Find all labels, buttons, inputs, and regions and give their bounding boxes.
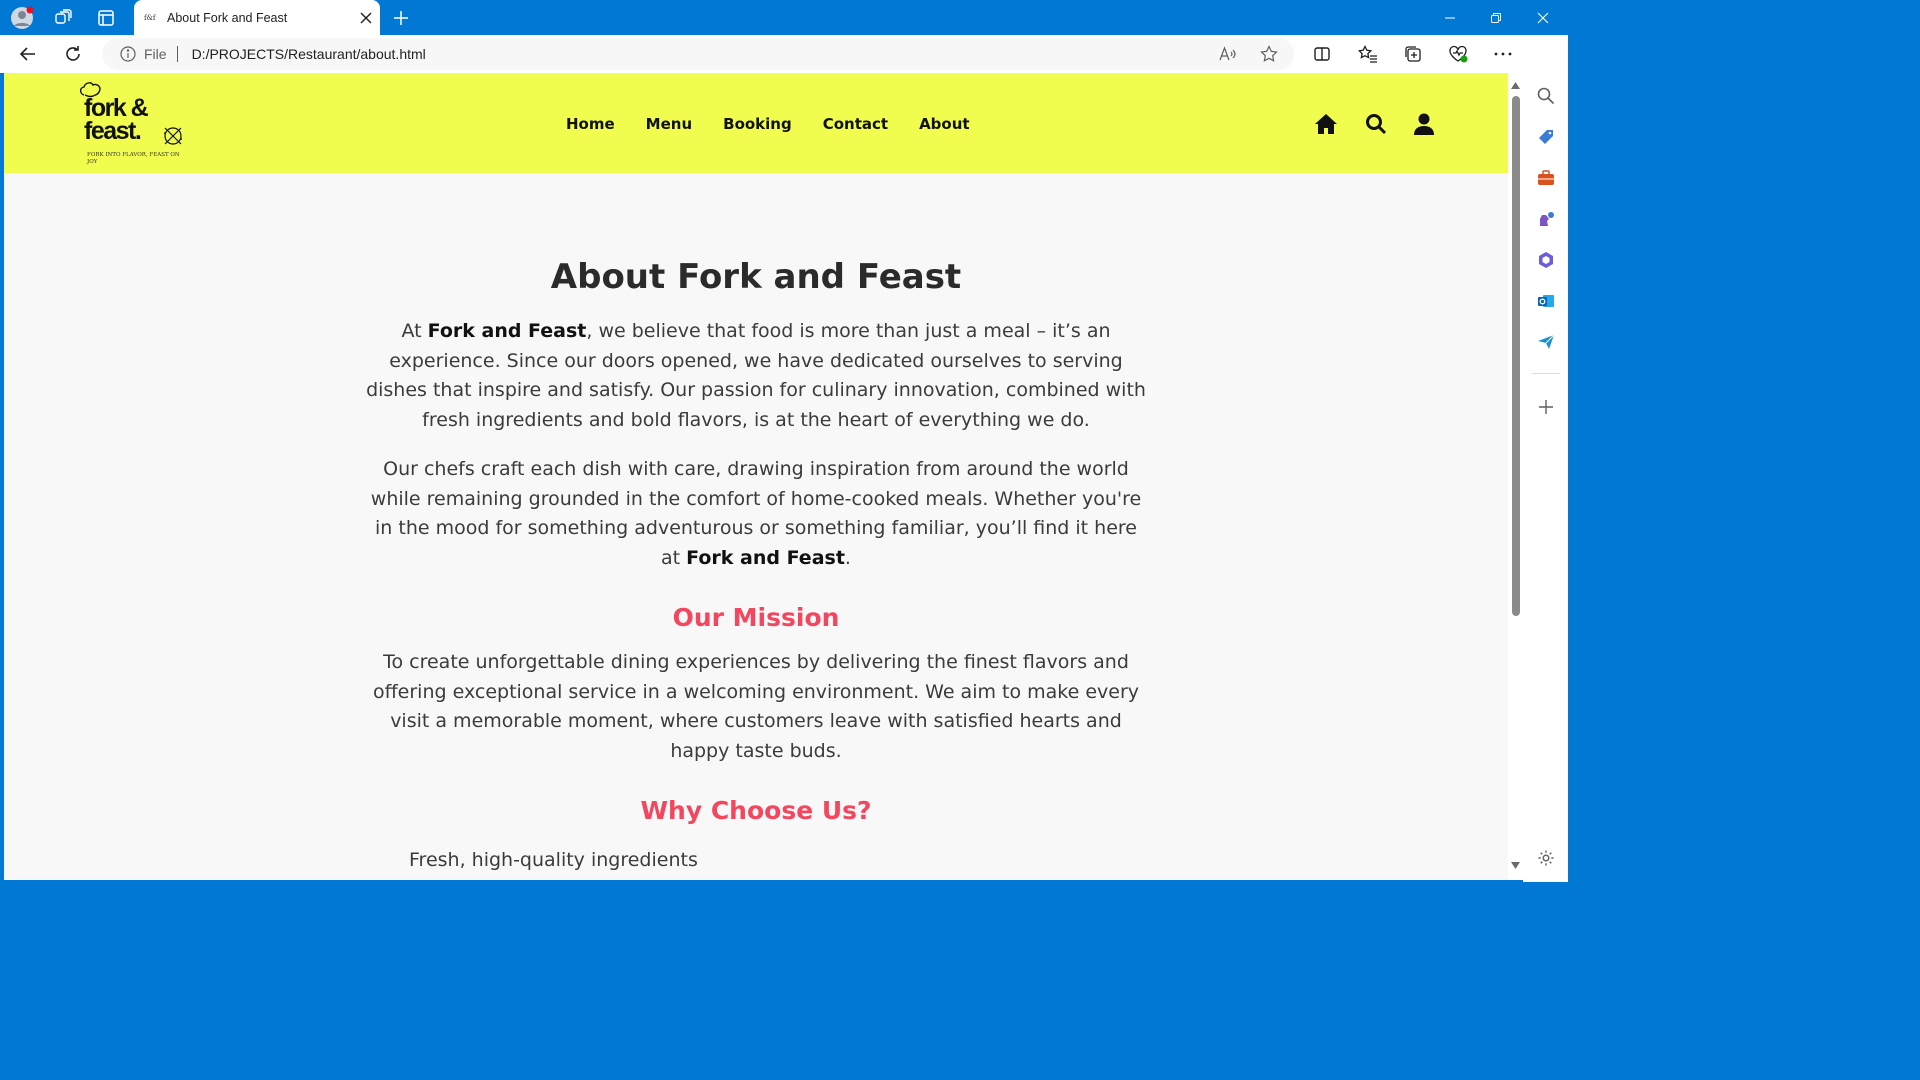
restore-icon[interactable] [1473,0,1519,35]
sidebar-tools-icon[interactable] [1533,165,1559,191]
favorites-list-icon[interactable] [1354,40,1382,68]
site-logo[interactable]: fork & feast. FORK INTO FLAVOR, FEAST ON… [78,79,188,169]
fork-knife-emblem-icon [164,127,182,145]
chefs-brand-name: Fork and Feast [686,546,845,569]
tab-actions-icon[interactable] [94,6,118,30]
why-heading: Why Choose Us? [640,796,872,825]
minimize-icon[interactable] [1427,0,1473,35]
new-tab-icon[interactable] [388,5,414,31]
sidebar-add-icon[interactable] [1533,394,1559,420]
nav-about[interactable]: About [919,115,970,133]
sidebar-divider [1532,373,1560,374]
address-scheme-label: File [144,46,167,62]
chefs-suffix: . [844,546,851,569]
scroll-up-arrow-icon[interactable] [1511,82,1520,89]
edge-sidebar [1523,35,1568,882]
more-options-icon[interactable] [1489,40,1517,68]
main-nav: Home Menu Booking Contact About [566,115,1001,133]
sidebar-outlook-icon[interactable] [1533,288,1559,314]
logo-line-2: feast. [84,117,142,145]
sidebar-office-icon[interactable] [1533,247,1559,273]
scroll-down-arrow-icon[interactable] [1511,862,1520,869]
logo-tagline: FORK INTO FLAVOR, FEAST ON JOY [87,152,180,165]
profile-avatar-icon[interactable] [10,6,34,30]
search-icon[interactable] [1363,111,1389,137]
page-viewport: fork & feast. FORK INTO FLAVOR, FEAST ON… [4,73,1508,880]
back-arrow-icon[interactable] [14,40,42,68]
refresh-icon[interactable] [59,40,87,68]
address-bar[interactable]: File D:/PROJECTS/Restaurant/about.html [102,38,1294,70]
address-separator [176,46,178,62]
nav-booking[interactable]: Booking [723,115,792,133]
browser-tab-active[interactable]: f&f About Fork and Feast [134,0,380,35]
workspaces-icon[interactable] [51,6,75,30]
read-aloud-icon[interactable] [1214,40,1242,68]
site-header: fork & feast. FORK INTO FLAVOR, FEAST ON… [4,73,1508,173]
intro-brand-name: Fork and Feast [427,320,587,342]
nav-contact[interactable]: Contact [823,115,888,133]
sidebar-send-icon[interactable] [1533,329,1559,355]
nav-menu[interactable]: Menu [646,115,692,133]
mission-heading: Our Mission [672,603,840,632]
why-list-item: Fresh, high-quality ingredients [409,849,698,871]
tab-close-icon[interactable] [352,4,380,32]
close-window-icon[interactable] [1520,0,1566,35]
collections-icon[interactable] [1399,40,1427,68]
browser-titlebar: f&f About Fork and Feast [0,0,1568,35]
tab-title: About Fork and Feast [167,10,288,25]
home-icon[interactable] [1313,111,1339,137]
favorite-star-icon[interactable] [1255,40,1283,68]
user-icon[interactable] [1411,111,1437,137]
site-info-icon[interactable] [120,46,136,62]
browser-essentials-icon[interactable] [1444,40,1472,68]
sidebar-shopping-tag-icon[interactable] [1533,124,1559,150]
nav-home[interactable]: Home [566,115,615,133]
scroll-thumb[interactable] [1512,96,1520,616]
page-scrollbar[interactable] [1508,73,1523,880]
tab-favicon-icon: f&f [144,13,156,22]
sidebar-settings-gear-icon[interactable] [1533,845,1559,871]
mission-paragraph: To create unforgettable dining experienc… [372,651,1140,762]
sidebar-games-icon[interactable] [1533,206,1559,232]
sidebar-search-icon[interactable] [1533,83,1559,109]
intro-paragraph: At Fork and Feast, we believe that food … [366,317,1146,435]
chefs-paragraph: Our chefs craft each dish with care, dra… [366,455,1146,573]
address-url[interactable]: D:/PROJECTS/Restaurant/about.html [192,46,1294,62]
logo-wordmark: fork & feast. [84,96,149,145]
intro-prefix: At [401,320,428,342]
page-title: About Fork and Feast [550,257,962,297]
split-screen-icon[interactable] [1308,40,1336,68]
